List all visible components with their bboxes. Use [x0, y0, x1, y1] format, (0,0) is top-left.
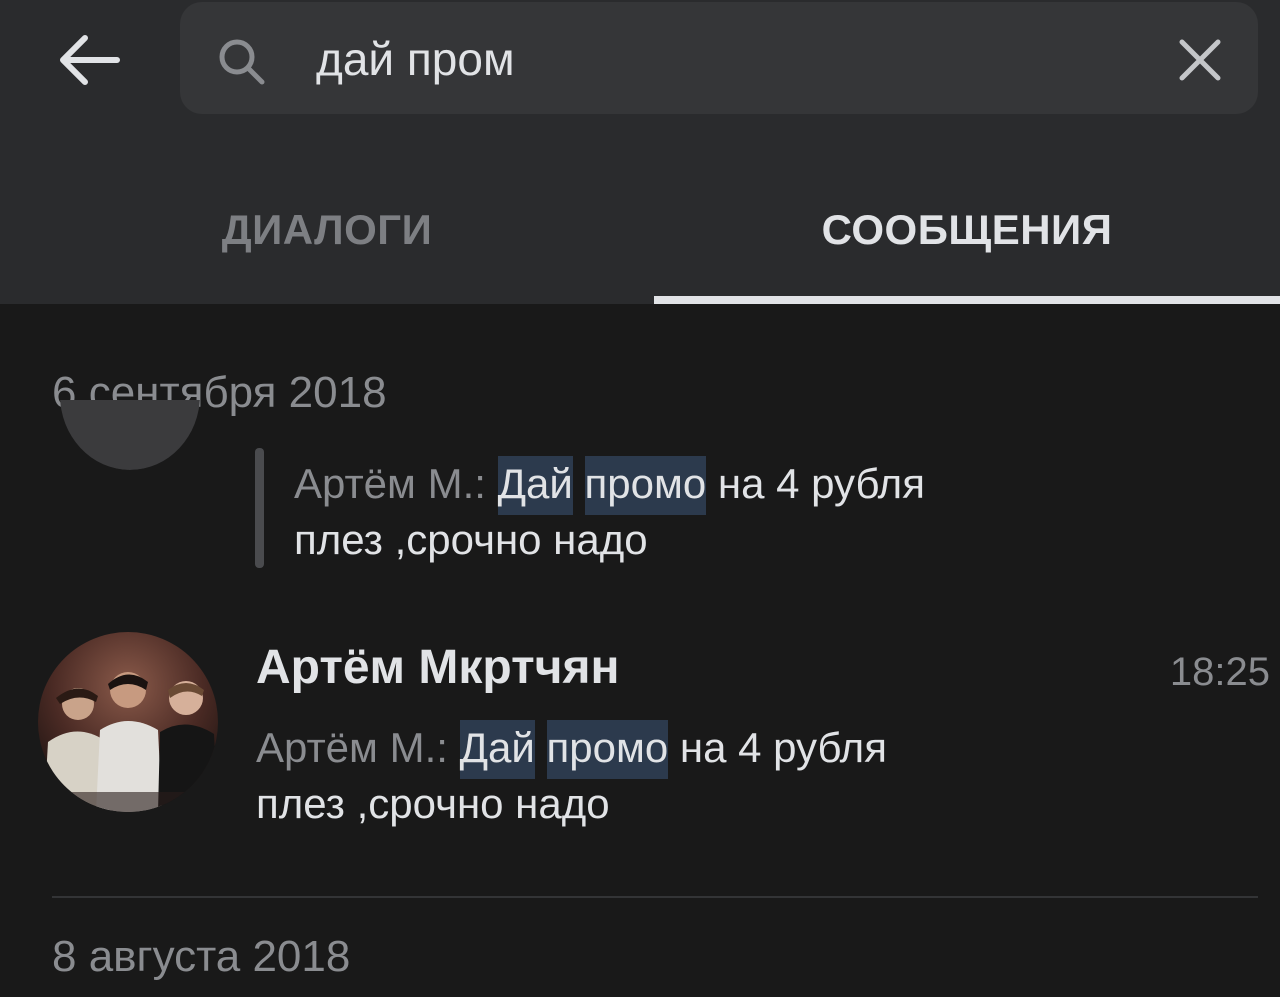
- tab-dialogs[interactable]: ДИАЛОГИ: [0, 180, 654, 290]
- avatar[interactable]: [38, 632, 218, 812]
- message-text: на 4 рубля: [679, 724, 887, 771]
- arrow-left-icon: [60, 35, 120, 85]
- message-text: плез ,срочно надо: [256, 780, 610, 827]
- back-button[interactable]: [44, 20, 134, 100]
- date-header: 8 августа 2018: [52, 932, 351, 981]
- message-snippet[interactable]: Артём М.: Дай промо на 4 рубля плез ,сро…: [294, 456, 925, 568]
- search-input[interactable]: [316, 24, 1156, 94]
- message-text: на 4 рубля: [717, 460, 925, 507]
- message-sender: Артём М.:: [256, 724, 448, 771]
- search-highlight: промо: [546, 720, 669, 779]
- contact-name[interactable]: Артём Мкртчян: [256, 640, 619, 695]
- search-highlight: промо: [584, 456, 707, 515]
- section-divider: [52, 896, 1258, 898]
- message-snippet[interactable]: Артём М.: Дай промо на 4 рубля плез ,сро…: [256, 720, 887, 832]
- search-highlight: Дай: [459, 720, 535, 779]
- active-tab-indicator: [654, 296, 1280, 304]
- message-text: плез ,срочно надо: [294, 516, 648, 563]
- search-highlight: Дай: [497, 456, 573, 515]
- quote-bar: [255, 448, 264, 568]
- search-box: [180, 2, 1258, 114]
- search-icon: [219, 39, 265, 85]
- close-icon: [1179, 39, 1221, 81]
- avatar-photo: [38, 632, 218, 812]
- avatar: [60, 400, 200, 470]
- clear-search-button[interactable]: [1170, 30, 1230, 90]
- tab-messages[interactable]: СООБЩЕНИЯ: [654, 180, 1280, 290]
- message-sender: Артём М.:: [294, 460, 486, 507]
- top-bar: ДИАЛОГИ СООБЩЕНИЯ: [0, 0, 1280, 304]
- message-time: 18:25: [1169, 650, 1270, 694]
